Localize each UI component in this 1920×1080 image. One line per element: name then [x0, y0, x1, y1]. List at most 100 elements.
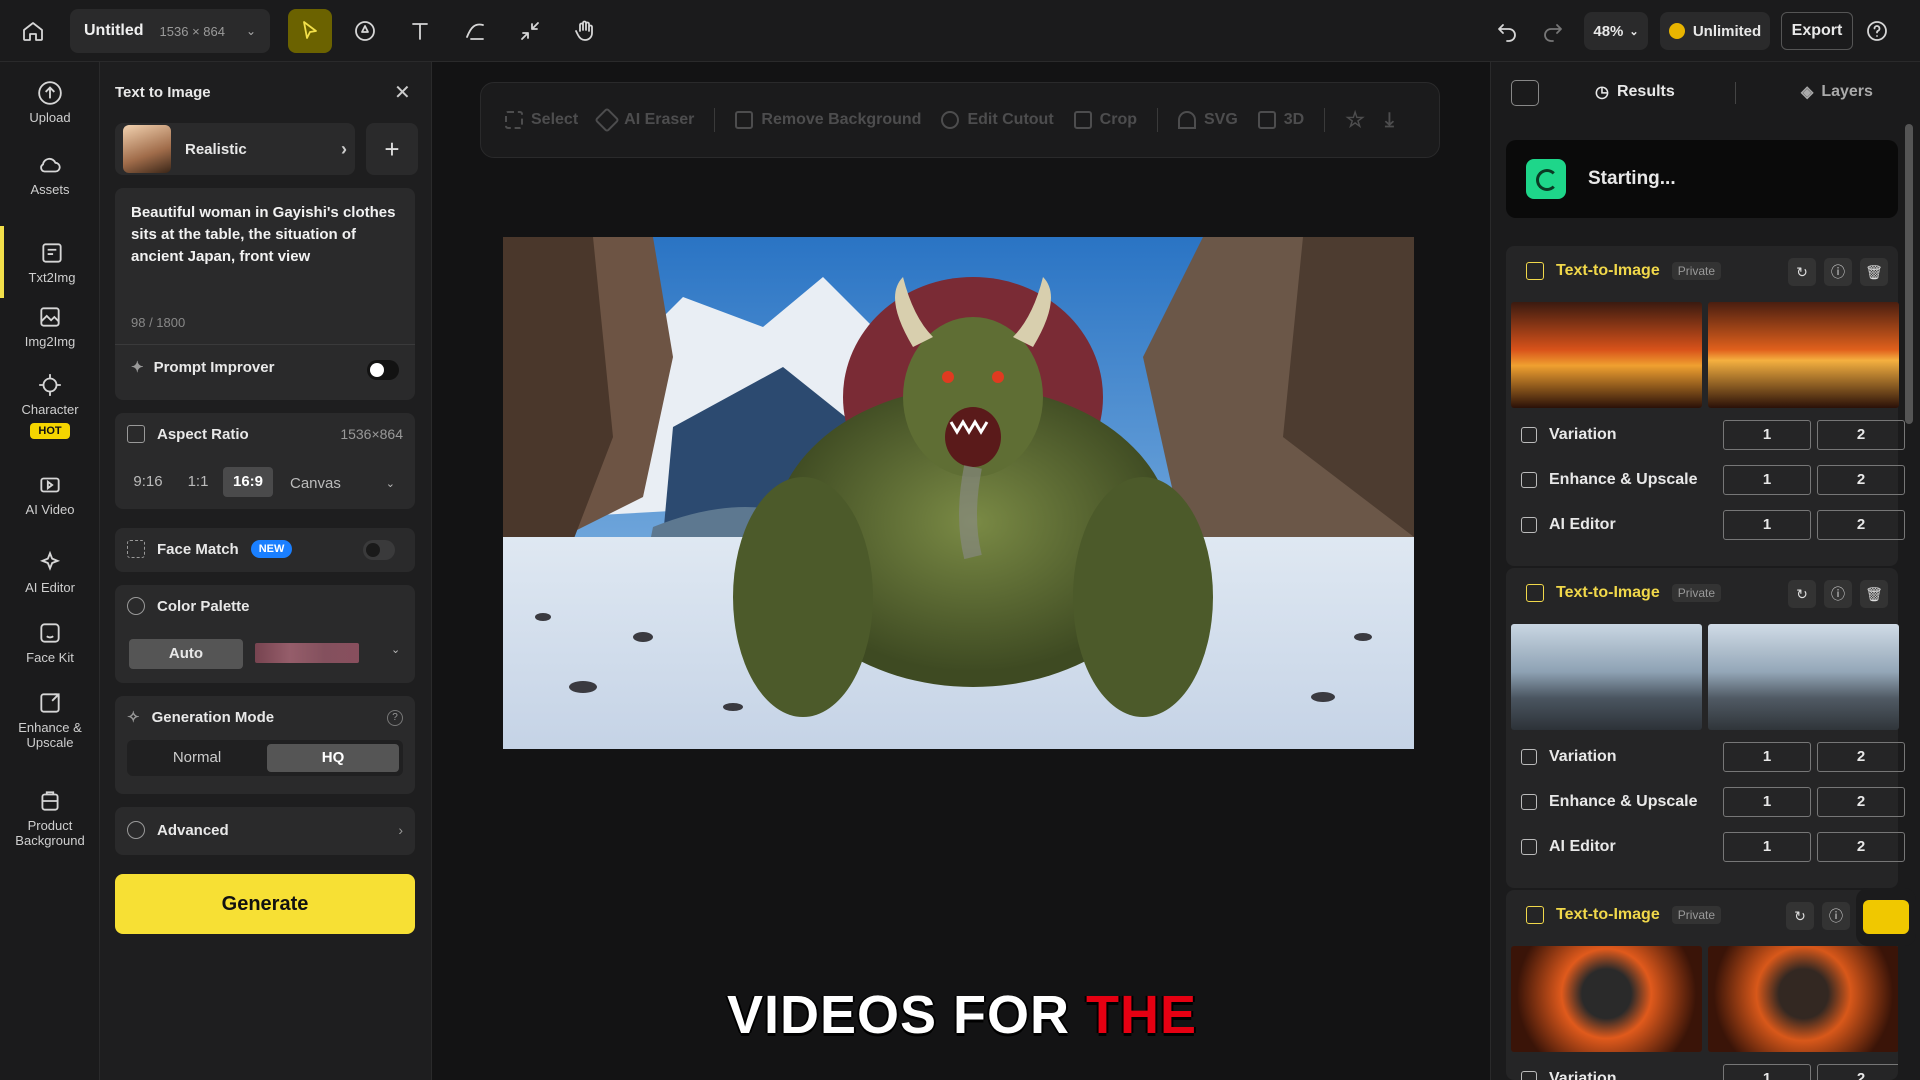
nav-ai-editor[interactable]: AI Editor	[0, 550, 100, 595]
help-icon[interactable]	[1862, 12, 1892, 50]
ratio-16-9[interactable]: 16:9	[223, 467, 273, 497]
option-button-1[interactable]: 1	[1723, 510, 1811, 540]
toolbar-svg[interactable]: SVG	[1177, 111, 1238, 129]
option-button-1[interactable]: 1	[1723, 420, 1811, 450]
mode-normal[interactable]: Normal	[131, 744, 263, 772]
divider	[1735, 82, 1736, 104]
close-icon[interactable]: ✕	[394, 80, 418, 104]
option-button-2[interactable]: 2	[1817, 420, 1905, 450]
toolbar-edit-cutout[interactable]: Edit Cutout	[941, 111, 1054, 129]
result-title: Text-to-Image	[1556, 262, 1660, 279]
nav-product-background[interactable]: Product Background	[0, 788, 100, 848]
prompt-input[interactable]: Beautiful woman in Gayishi's clothes sit…	[131, 202, 399, 268]
aspect-ratio-value: 1536×864	[340, 426, 403, 442]
draw-tool-button[interactable]	[453, 9, 497, 53]
option-button-2[interactable]: 2	[1817, 787, 1905, 817]
download-icon[interactable]: ⤓	[1385, 109, 1394, 132]
result-thumbnail[interactable]	[1708, 946, 1898, 1052]
video-caption: VIDEOS FOR THE	[726, 985, 1198, 1045]
product-icon	[41, 791, 59, 811]
undo-icon[interactable]	[1492, 12, 1522, 50]
chat-support-button[interactable]	[1856, 888, 1916, 946]
export-button[interactable]: Export	[1781, 12, 1853, 50]
model-selector[interactable]: Realistic ›	[115, 123, 355, 175]
nav-face-kit[interactable]: Face Kit	[0, 620, 100, 665]
toolbar-crop[interactable]: Crop	[1073, 111, 1137, 129]
scrollbar[interactable]	[1905, 124, 1913, 424]
help-icon[interactable]: ?	[387, 710, 403, 726]
trash-icon[interactable]: 🗑	[1860, 258, 1888, 286]
option-button-2[interactable]: 2	[1817, 465, 1905, 495]
result-thumbnail[interactable]	[1511, 302, 1702, 408]
option-button-1[interactable]: 1	[1723, 787, 1811, 817]
option-button-2[interactable]: 2	[1817, 832, 1905, 862]
result-card: Text-to-Image Private ↻ ⓘ 🗑 Variation 1 …	[1506, 568, 1905, 888]
info-icon[interactable]: ⓘ	[1822, 902, 1850, 930]
home-icon[interactable]	[14, 12, 52, 50]
toolbar-ai-eraser[interactable]: AI Eraser	[594, 107, 694, 133]
refresh-icon[interactable]: ↻	[1786, 902, 1814, 930]
hand-tool-button[interactable]	[563, 9, 607, 53]
palette-swatch[interactable]	[255, 643, 359, 663]
collapse-tool-button[interactable]	[508, 9, 552, 53]
tab-layers[interactable]: ◈ Layers	[1801, 82, 1873, 102]
nav-ai-video[interactable]: AI Video	[0, 472, 100, 517]
trash-icon[interactable]: 🗑	[1860, 580, 1888, 608]
option-button-1[interactable]: 1	[1723, 742, 1811, 772]
option-button-2[interactable]: 2	[1817, 510, 1905, 540]
info-icon[interactable]: ⓘ	[1824, 258, 1852, 286]
option-button-1[interactable]: 1	[1723, 832, 1811, 862]
option-button-2[interactable]: 2	[1817, 742, 1905, 772]
nav-upload[interactable]: Upload	[0, 80, 100, 125]
result-thumbnail[interactable]	[1511, 946, 1702, 1052]
toolbar-remove-background[interactable]: Remove Background	[735, 111, 921, 129]
info-icon[interactable]: ⓘ	[1824, 580, 1852, 608]
panel-title: Text to Image	[115, 84, 211, 101]
star-icon[interactable]: ☆	[1345, 107, 1365, 133]
nav-assets[interactable]: Assets	[0, 152, 100, 197]
select-tool-button[interactable]	[288, 9, 332, 53]
option-variation: Variation 1 2	[1521, 1064, 1898, 1080]
palette-auto-button[interactable]: Auto	[129, 639, 243, 669]
nav-txt2img[interactable]: Txt2Img	[0, 226, 100, 298]
ratio-9-16[interactable]: 9:16	[123, 467, 173, 497]
zoom-dropdown[interactable]: 48% ⌄	[1584, 12, 1648, 50]
option-button-1[interactable]: 1	[1723, 1064, 1811, 1080]
divider	[1156, 108, 1158, 132]
text-tool-button[interactable]	[398, 9, 442, 53]
result-thumbnail[interactable]	[1708, 624, 1899, 730]
advanced-section[interactable]: Advanced ›	[115, 807, 415, 855]
nav-enhance-upscale[interactable]: Enhance & Upscale	[0, 690, 100, 750]
nav-character[interactable]: Character HOT	[0, 372, 100, 439]
pen-tool-button[interactable]	[343, 9, 387, 53]
aspect-ratio-section: Aspect Ratio 1536×864 9:16 1:1 16:9 Canv…	[115, 413, 415, 509]
result-thumbnail[interactable]	[1511, 624, 1702, 730]
generate-button[interactable]: Generate	[115, 874, 415, 934]
option-button-2[interactable]: 2	[1817, 1064, 1898, 1080]
sparkle-icon: ✧	[127, 709, 140, 726]
mode-hq[interactable]: HQ	[267, 744, 399, 772]
tab-results[interactable]: ◷ Results	[1595, 82, 1675, 102]
redo-icon[interactable]	[1538, 12, 1568, 50]
generated-image[interactable]	[503, 237, 1414, 749]
ratio-1-1[interactable]: 1:1	[173, 467, 223, 497]
toolbar-select[interactable]: Select	[505, 111, 578, 129]
add-model-button[interactable]: +	[366, 123, 418, 175]
chevron-down-icon[interactable]: ⌄	[391, 643, 400, 656]
prompt-box[interactable]: Beautiful woman in Gayishi's clothes sit…	[115, 188, 415, 400]
canvas-dropdown[interactable]: Canvas ⌄	[285, 469, 403, 497]
monster-image	[503, 237, 1414, 749]
refresh-icon[interactable]: ↻	[1788, 258, 1816, 286]
result-thumbnail[interactable]	[1708, 302, 1899, 408]
option-variation: Variation 1 2	[1521, 420, 1905, 450]
variation-icon	[1521, 749, 1537, 765]
collapse-panel-icon[interactable]	[1511, 80, 1539, 106]
document-selector[interactable]: Untitled 1536 × 864 ⌄	[70, 9, 270, 53]
option-button-1[interactable]: 1	[1723, 465, 1811, 495]
face-match-toggle[interactable]	[363, 540, 395, 560]
toolbar-3d[interactable]: 3D	[1257, 111, 1304, 129]
prompt-improver-toggle[interactable]	[367, 360, 399, 380]
nav-img2img[interactable]: Img2Img	[0, 304, 100, 349]
plan-badge[interactable]: Unlimited	[1660, 12, 1770, 50]
refresh-icon[interactable]: ↻	[1788, 580, 1816, 608]
